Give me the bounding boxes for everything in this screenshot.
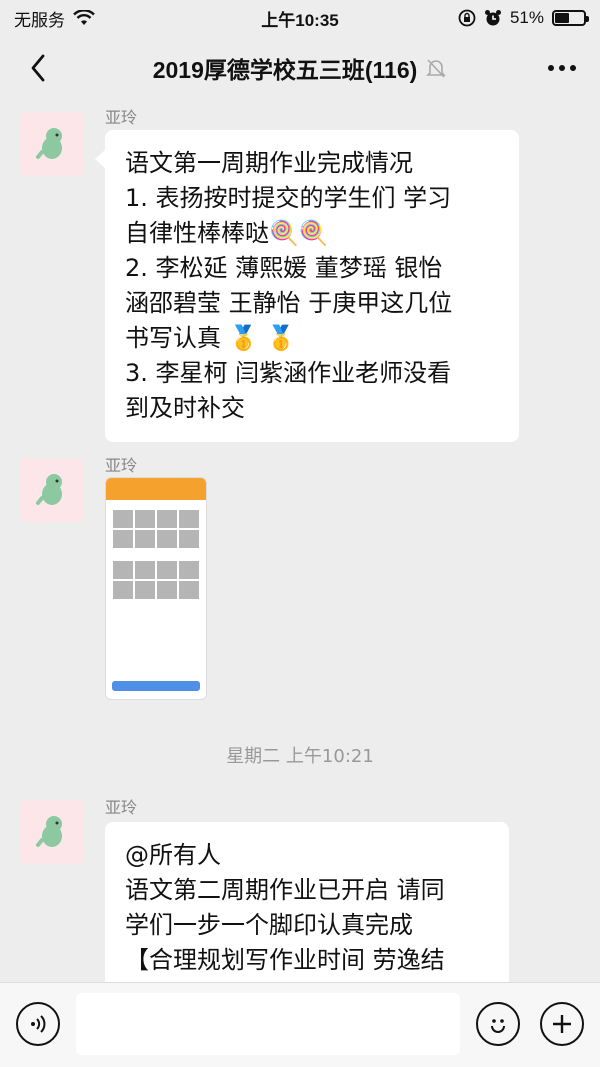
message-input[interactable] [76,993,460,1055]
image-thumbnail-header [106,478,206,500]
message-line: 到及时补交 [125,394,245,422]
status-bar: 无服务 上午10:35 51% [0,0,600,36]
input-bar [0,982,600,1067]
dinosaur-avatar-icon [36,474,62,505]
image-thumbnail-card [110,503,202,551]
sender-name: 亚玲 [105,456,138,475]
message-line: 【合理规划写作业时间 劳逸结 [125,946,445,974]
message-line: 1. 表扬按时提交的学生们 学习 [125,184,452,212]
back-icon [31,54,45,82]
image-thumbnail-card [110,554,202,602]
battery-percent: 51% [509,8,544,27]
voice-icon [31,1015,46,1033]
sender-name: 亚玲 [105,108,138,127]
message-line: 语文第二周期作业已开启 请同 [125,876,445,904]
message-line: @所有人 [125,841,221,869]
dinosaur-avatar-icon [36,128,62,159]
chat-header: 2019厚德学校五三班(116) [0,36,600,100]
orientation-lock-icon [458,9,476,27]
message-line: 3. 李星柯 闫紫涵作业老师没看 [125,359,452,387]
message-bubble[interactable]: 语文第一周期作业完成情况 1. 表扬按时提交的学生们 学习 自律性棒棒哒🍭🍭 2… [95,130,519,442]
avatar[interactable] [20,112,84,176]
more-button[interactable] [542,48,582,88]
plus-button[interactable] [540,1002,584,1046]
dinosaur-avatar-icon [36,816,62,847]
emoji-button[interactable] [476,1002,520,1046]
carrier-label: 无服务 [14,10,65,30]
sender-name: 亚玲 [105,798,138,817]
message-line: 语文第一周期作业完成情况 [125,149,413,177]
back-button[interactable] [18,48,58,88]
battery-icon [552,10,589,26]
message-line: 书写认真 🥇 🥇 [125,324,297,352]
chat-title: 2019厚德学校五三班(116) [152,57,418,83]
chat-timestamp: 星期二 上午10:21 [226,746,374,767]
plus-icon [553,1015,571,1033]
message-line: 学们一步一个脚印认真完成 [125,911,413,939]
message-line: 涵邵碧莹 王静怡 于庚甲这几位 [125,289,453,317]
image-thumbnail-button [112,681,200,691]
more-icon [548,65,576,71]
image-message[interactable] [105,477,207,700]
message-line: 自律性棒棒哒🍭🍭 [125,219,329,247]
emoji-icon [491,1019,505,1033]
voice-button[interactable] [16,1002,60,1046]
wifi-icon [73,10,95,25]
mute-bell-icon [426,59,447,78]
avatar[interactable] [20,800,84,864]
avatar[interactable] [20,458,84,522]
battery-level [555,13,570,23]
alarm-icon [484,10,501,26]
message-line: 2. 李松延 薄熙媛 董梦瑶 银怡 [125,254,443,282]
